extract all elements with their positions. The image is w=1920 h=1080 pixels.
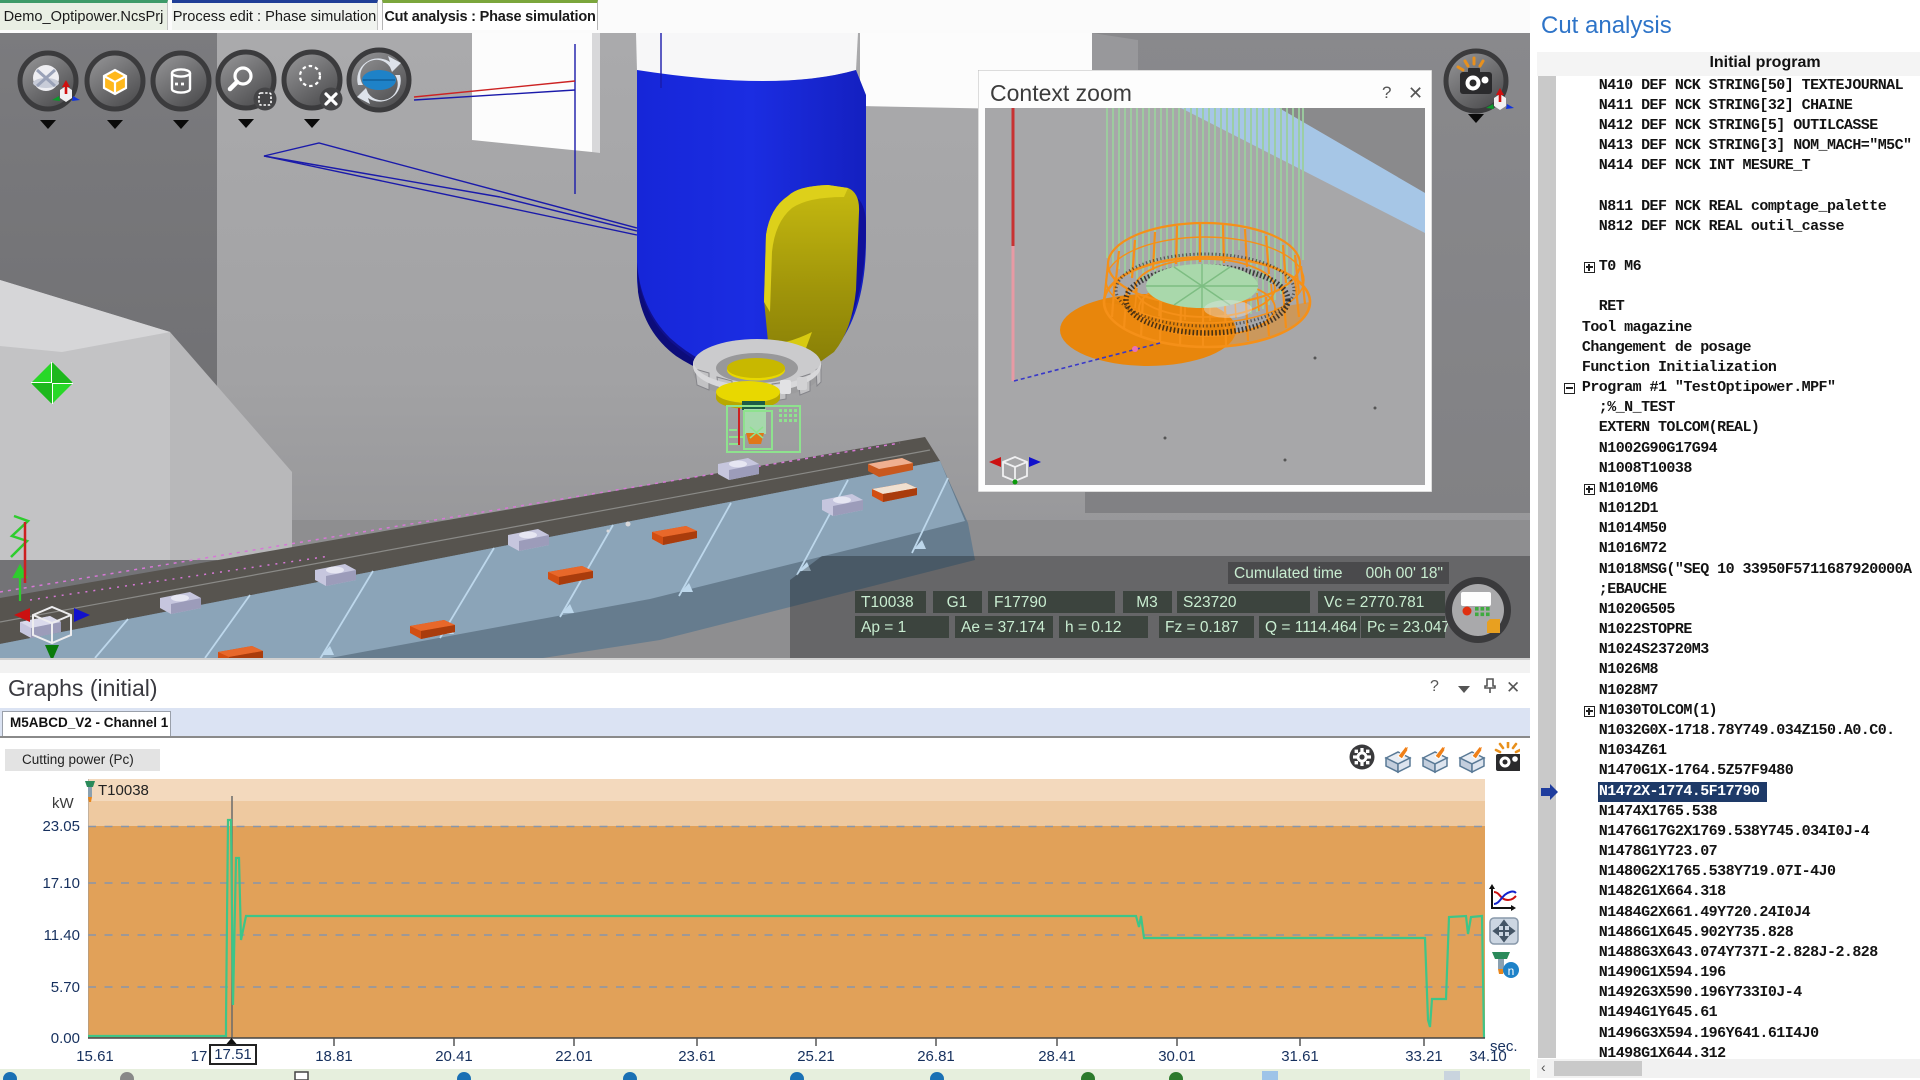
svg-text:Ap = 1: Ap = 1	[861, 619, 906, 636]
svg-text:S23720: S23720	[1183, 594, 1237, 611]
svg-text:Ae = 37.174: Ae = 37.174	[961, 619, 1045, 636]
svg-text:T10038: T10038	[861, 594, 914, 611]
svg-text:Vc = 2770.781: Vc = 2770.781	[1324, 594, 1424, 611]
svg-text:Q = 1114.464: Q = 1114.464	[1265, 619, 1357, 636]
svg-text:Cumulated time: Cumulated time	[1234, 565, 1343, 582]
svg-text:?: ?	[1382, 83, 1391, 102]
svg-text:h = 0.12: h = 0.12	[1065, 619, 1121, 636]
svg-text:✕: ✕	[1408, 83, 1423, 103]
svg-text:G1: G1	[947, 594, 968, 611]
svg-text:Pc = 23.047: Pc = 23.047	[1367, 619, 1450, 636]
svg-text:Context zoom: Context zoom	[990, 80, 1132, 106]
svg-text:00h 00' 18": 00h 00' 18"	[1366, 565, 1443, 582]
svg-text:n: n	[1508, 964, 1515, 978]
svg-text:Fz = 0.187: Fz = 0.187	[1165, 619, 1239, 636]
svg-text:F17790: F17790	[994, 594, 1047, 611]
svg-text:M3: M3	[1136, 594, 1158, 611]
